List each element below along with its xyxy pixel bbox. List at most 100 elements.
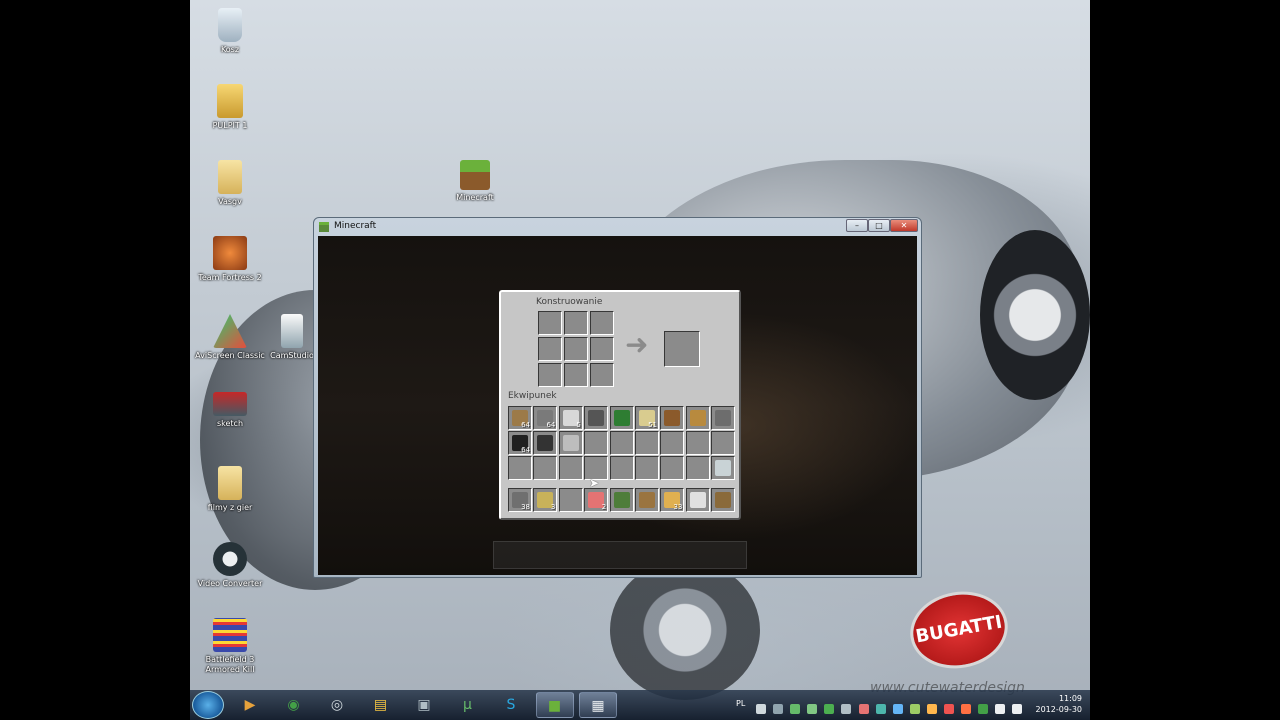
crafting-result-slot[interactable] (664, 331, 700, 367)
inventory-slot[interactable]: 51 (635, 406, 659, 430)
hotbar-slot[interactable] (685, 488, 710, 512)
hotbar-slot[interactable]: 38 (508, 488, 532, 512)
window-titlebar[interactable]: Minecraft – □ ✕ (314, 218, 921, 236)
desktop-icon-minecraft[interactable]: Minecraft (435, 160, 515, 203)
taskbar-camstudio-button[interactable]: ▣ (405, 692, 443, 718)
taskbar-video-button[interactable]: ▦ (579, 692, 617, 718)
item-count: 3 (550, 503, 556, 511)
flint-icon (588, 410, 605, 426)
inventory-slot[interactable] (711, 406, 736, 430)
inventory-slot[interactable] (508, 456, 532, 480)
tray-icon[interactable] (892, 704, 903, 714)
maximize-button[interactable]: □ (868, 219, 890, 232)
hotbar-slot[interactable]: 33 (660, 488, 685, 512)
taskbar-steam-button[interactable]: ◎ (318, 692, 356, 718)
desktop-icon-sketch[interactable]: sketch (190, 392, 270, 429)
stick-icon (689, 492, 706, 508)
glass-bottle-icon (715, 460, 732, 476)
taskbar-explorer-button[interactable]: ▤ (362, 692, 400, 718)
inventory-slot[interactable] (558, 456, 583, 480)
taskbar-utorrent-button[interactable]: µ (449, 692, 487, 718)
tray-icon[interactable] (909, 704, 920, 714)
tray-icon[interactable] (875, 704, 886, 714)
language-indicator[interactable]: PL (736, 699, 745, 708)
crafting-slot[interactable] (590, 311, 614, 335)
minimize-button[interactable]: – (846, 219, 868, 232)
crafting-slot[interactable] (564, 311, 588, 335)
inventory-slot[interactable]: 64 (508, 406, 532, 430)
taskbar-skype-button[interactable]: S (492, 692, 530, 718)
video-icon: ▦ (591, 698, 605, 714)
steam-icon: ◎ (330, 697, 344, 713)
inventory-slot[interactable] (609, 431, 634, 455)
crafting-slot[interactable] (538, 337, 562, 361)
clock[interactable]: 11:09 2012-09-30 (1036, 693, 1083, 715)
taskbar-minecraft-button[interactable]: ■ (535, 692, 574, 718)
tray-icon[interactable] (858, 704, 869, 714)
desktop-icon-vasgv[interactable]: Vasgv (190, 160, 270, 207)
minecraft-app-icon (319, 222, 329, 232)
start-button[interactable] (192, 691, 224, 719)
tray-icon[interactable] (790, 704, 801, 714)
crafting-slot[interactable] (590, 337, 614, 361)
inventory-slot[interactable] (711, 431, 736, 455)
tray-icon[interactable] (961, 704, 972, 714)
crafting-slot[interactable] (538, 363, 562, 387)
desktop-icon-pulpit[interactable]: PULPIT 1 (190, 84, 270, 131)
pickaxe-stone-icon (715, 410, 732, 426)
tray-icon[interactable] (773, 704, 784, 714)
inventory-slot[interactable] (533, 431, 558, 455)
desktop-icon-filmy[interactable]: filmy z gier (190, 466, 270, 513)
taskbar: ▶ ◉ ◎ ▤ ▣ µ S ■ ▦ PL 11:09 2012-09-30 (190, 690, 1090, 720)
mouse-cursor-icon: ➤ (589, 476, 600, 490)
inventory-slot[interactable] (635, 456, 659, 480)
crafting-slot[interactable] (564, 337, 588, 361)
tray-icon[interactable] (995, 704, 1006, 714)
game-viewport[interactable]: Konstruowanie ➜ Ekwipunek 64 64 5 51 64 38 3 2 3… (318, 236, 917, 575)
desktop-icon-team-fortress[interactable]: Team Fortress 2 (190, 236, 270, 283)
inventory-slot[interactable]: 5 (558, 406, 583, 430)
hotbar-slot[interactable]: 3 (533, 488, 558, 512)
crafting-slot[interactable] (538, 311, 562, 335)
hotbar-slot[interactable] (558, 488, 583, 512)
volume-icon[interactable] (1012, 704, 1023, 714)
hotbar-slot[interactable] (635, 488, 659, 512)
tray-icon[interactable] (926, 704, 937, 714)
inventory-slot[interactable] (609, 456, 634, 480)
inventory-slot[interactable] (635, 431, 659, 455)
inventory-slot[interactable] (558, 431, 583, 455)
inventory-slot[interactable]: 64 (533, 406, 558, 430)
hotbar-slot[interactable]: 2 (584, 488, 609, 512)
inventory-slot[interactable] (711, 456, 736, 480)
tray-icon[interactable] (841, 704, 852, 714)
inventory-slot[interactable] (609, 406, 634, 430)
tray-icon[interactable] (756, 704, 766, 714)
pickaxe-iron-icon (715, 492, 732, 508)
inventory-slot[interactable] (685, 456, 710, 480)
desktop-icon-battlefield[interactable]: Battlefield 3 Armored Kill (190, 618, 270, 675)
close-button[interactable]: ✕ (890, 219, 918, 232)
taskbar-chrome-button[interactable]: ◉ (275, 692, 313, 718)
inventory-slot[interactable] (685, 431, 710, 455)
hotbar-slot[interactable] (609, 488, 634, 512)
inventory-slot[interactable] (533, 456, 558, 480)
crafting-slot[interactable] (590, 363, 614, 387)
tray-icon[interactable] (807, 704, 818, 714)
tray-icon[interactable] (944, 704, 955, 714)
inventory-slot[interactable] (584, 431, 609, 455)
tray-icon[interactable] (978, 704, 989, 714)
hotbar-slot[interactable] (711, 488, 736, 512)
crafting-slot[interactable] (564, 363, 588, 387)
inventory-slot[interactable] (660, 431, 685, 455)
pickaxe-icon (639, 492, 655, 508)
inventory-slot[interactable] (660, 406, 685, 430)
desktop-icon-video-converter[interactable]: Video Converter (190, 542, 270, 589)
tray-icon[interactable] (824, 704, 835, 714)
desktop-icon-recycle-bin[interactable]: Kosz (190, 8, 270, 55)
inventory-slot[interactable] (660, 456, 685, 480)
flint-dark-icon (537, 435, 554, 451)
inventory-slot[interactable]: 64 (508, 431, 532, 455)
inventory-slot[interactable] (584, 406, 609, 430)
taskbar-media-player-button[interactable]: ▶ (231, 692, 269, 718)
inventory-slot[interactable] (685, 406, 710, 430)
